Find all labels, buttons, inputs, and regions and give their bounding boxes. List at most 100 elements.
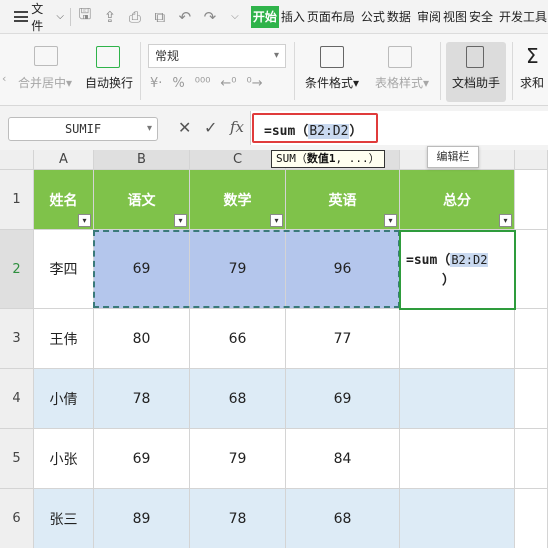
merge-center-label: 合并居中 [17, 76, 66, 90]
table-cell[interactable]: 80 [94, 309, 190, 369]
tab-developer[interactable]: 开发工具 [498, 0, 548, 33]
row-header-5[interactable]: 5 [0, 429, 34, 489]
decrease-decimal-icon[interactable]: ⁰→ [247, 76, 263, 91]
column-header-b[interactable]: B [94, 150, 190, 170]
table-cell[interactable]: 89 [94, 489, 190, 548]
thousands-icon[interactable]: ⁰⁰⁰ [195, 76, 211, 91]
tab-formulas[interactable]: 公式 [360, 0, 386, 33]
menu-bar: 文件 ⌵ 🖫 ⇪ ⎙ ⧉ ↶ ↷ ⌵ 开始 插入 页面布局 公式 数据 审阅 视… [0, 0, 548, 34]
undo-icon[interactable]: ↶ [177, 8, 193, 26]
confirm-icon[interactable]: ✓ [204, 118, 217, 137]
table-cell[interactable]: 96 [286, 230, 400, 309]
table-cell[interactable] [515, 170, 548, 230]
percent-icon[interactable]: % [172, 76, 184, 91]
table-cell[interactable]: 小张 [34, 429, 94, 489]
column-header-a[interactable]: A [34, 150, 94, 170]
table-cell[interactable]: 张三 [34, 489, 94, 548]
tab-page-layout[interactable]: 页面布局 [306, 0, 356, 33]
print-preview-icon[interactable]: ⧉ [152, 8, 168, 26]
tab-review[interactable]: 审阅 [416, 0, 442, 33]
row-header-1[interactable]: 1 [0, 170, 34, 230]
quick-access-toolbar: 🖫 ⇪ ⎙ ⧉ ↶ ↷ ⌵ [77, 4, 243, 29]
formula-range-ref: B2:D2 [308, 124, 350, 139]
table-cell[interactable] [400, 309, 515, 369]
header-cell-name[interactable]: 姓名 ▾ [34, 170, 94, 230]
row-header-6[interactable]: 6 [0, 489, 34, 548]
conditional-format-icon [320, 46, 344, 68]
table-cell[interactable] [400, 489, 515, 548]
currency-icon[interactable]: ¥· [150, 76, 162, 91]
table-cell[interactable]: 李四 [34, 230, 94, 309]
column-header-f[interactable] [515, 150, 548, 170]
print-icon[interactable]: ⎙ [127, 8, 143, 26]
tab-security[interactable]: 安全 [468, 0, 494, 33]
header-label: 语文 [127, 192, 156, 209]
table-cell[interactable]: 王伟 [34, 309, 94, 369]
doc-helper-icon [466, 46, 484, 68]
table-cell[interactable]: 68 [286, 489, 400, 548]
row-header-2[interactable]: 2 [0, 230, 34, 309]
table-cell[interactable]: 78 [94, 369, 190, 429]
edit-bar-label: 编辑栏 [427, 146, 479, 168]
chevron-down-icon: ▾ [273, 50, 279, 61]
divider [69, 7, 71, 26]
table-cell[interactable]: 小倩 [34, 369, 94, 429]
sum-button[interactable]: 求和 [520, 74, 548, 91]
tab-insert[interactable]: 插入 [280, 0, 306, 33]
name-box[interactable]: SUMIF ▾ [8, 117, 158, 141]
number-format-select[interactable]: 常规 ▾ [148, 44, 286, 68]
save-icon[interactable]: 🖫 [77, 4, 93, 29]
filter-dropdown-icon[interactable]: ▾ [78, 214, 91, 227]
number-format-buttons: ¥· % ⁰⁰⁰ ←⁰ ⁰→ [150, 76, 263, 91]
table-cell[interactable] [515, 369, 548, 429]
filter-dropdown-icon[interactable]: ▾ [499, 214, 512, 227]
wrap-text-button[interactable]: 自动换行 [82, 74, 136, 91]
merge-center-button[interactable]: 合并居中▾ [14, 74, 76, 91]
ribbon-scroll-left-icon[interactable]: ‹ [2, 72, 6, 85]
header-cell-math[interactable]: 数学 ▾ [190, 170, 286, 230]
active-formula-range-ref: B2:D2 [450, 253, 489, 267]
table-cell[interactable]: 68 [190, 369, 286, 429]
header-cell-chinese[interactable]: 语文 ▾ [94, 170, 190, 230]
table-cell[interactable]: 69 [94, 230, 190, 309]
table-cell[interactable]: 66 [190, 309, 286, 369]
filter-dropdown-icon[interactable]: ▾ [270, 214, 283, 227]
table-style-button[interactable]: 表格样式▾ [370, 74, 434, 91]
header-cell-english[interactable]: 英语 ▾ [286, 170, 400, 230]
table-cell[interactable]: 79 [190, 230, 286, 309]
number-format-value: 常规 [155, 49, 180, 63]
conditional-format-button[interactable]: 条件格式▾ [300, 74, 364, 91]
file-menu[interactable]: 文件 ⌵ [0, 0, 64, 33]
filter-dropdown-icon[interactable]: ▾ [174, 214, 187, 227]
table-cell[interactable]: 77 [286, 309, 400, 369]
table-cell[interactable] [515, 230, 548, 309]
table-cell[interactable]: 78 [190, 489, 286, 548]
filter-dropdown-icon[interactable]: ▾ [384, 214, 397, 227]
header-label: 姓名 [49, 192, 78, 209]
table-cell[interactable] [400, 429, 515, 489]
insert-function-icon[interactable]: fx [230, 118, 244, 136]
table-cell[interactable]: 84 [286, 429, 400, 489]
table-cell[interactable]: 69 [94, 429, 190, 489]
row-header-4[interactable]: 4 [0, 369, 34, 429]
chevron-down-icon: ⌵ [56, 11, 64, 22]
table-cell[interactable] [515, 489, 548, 548]
chevron-down-icon: ▾ [146, 123, 152, 134]
export-icon[interactable]: ⇪ [102, 8, 118, 26]
header-cell-total[interactable]: 总分 ▾ [400, 170, 515, 230]
table-cell[interactable]: 79 [190, 429, 286, 489]
table-cell[interactable] [400, 369, 515, 429]
table-cell[interactable] [515, 429, 548, 489]
select-all-corner[interactable] [0, 150, 34, 170]
tab-data[interactable]: 数据 [386, 0, 412, 33]
increase-decimal-icon[interactable]: ←⁰ [220, 76, 236, 91]
more-icon[interactable]: ⌵ [227, 11, 243, 22]
cancel-icon[interactable]: ✕ [178, 118, 191, 137]
divider [440, 42, 441, 100]
tab-home[interactable]: 开始 [250, 5, 279, 28]
table-cell[interactable] [515, 309, 548, 369]
row-header-3[interactable]: 3 [0, 309, 34, 369]
redo-icon[interactable]: ↷ [202, 8, 218, 26]
tab-view[interactable]: 视图 [442, 0, 468, 33]
table-cell[interactable]: 69 [286, 369, 400, 429]
